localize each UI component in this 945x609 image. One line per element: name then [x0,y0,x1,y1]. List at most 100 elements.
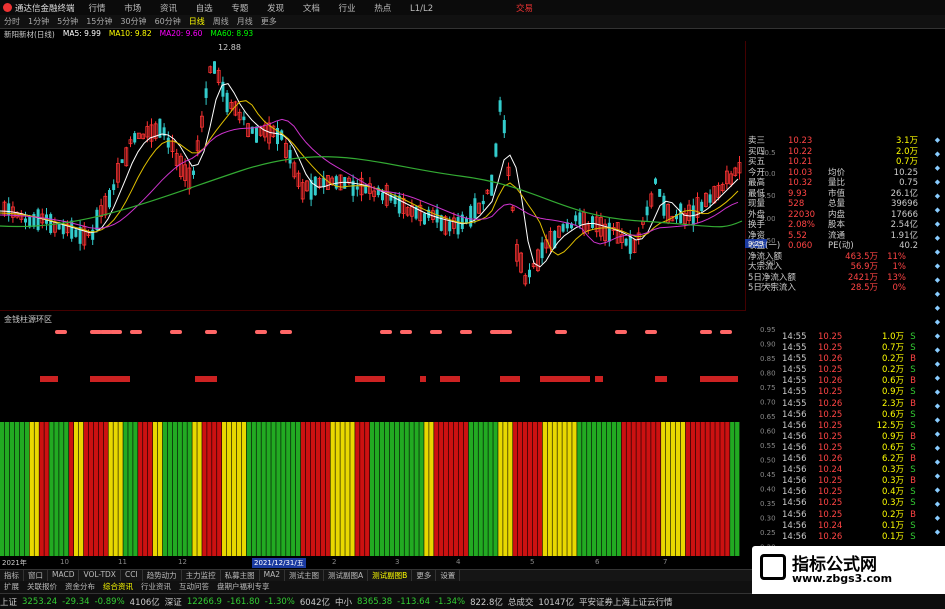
indicator-tab[interactable]: 私募主图 [221,570,260,581]
index-label[interactable]: 上证 [0,596,17,608]
indicator-tab[interactable]: 测试主图 [285,570,325,581]
menu-item[interactable]: 专题 [231,4,248,14]
indicator-tab[interactable]: 窗口 [24,570,48,581]
side-icon[interactable]: ◆ [930,402,945,416]
side-icon[interactable]: ◆ [930,178,945,192]
side-icon[interactable]: ◆ [930,472,945,486]
menu-item[interactable]: 发现 [267,4,284,14]
period-tab[interactable]: 周线 [213,16,229,27]
info-tab[interactable]: 扩展 [0,581,23,593]
side-icon[interactable]: ◆ [930,374,945,388]
side-icon[interactable]: ◆ [930,360,945,374]
candle-body [120,159,124,163]
period-tab[interactable]: 1分钟 [28,16,49,27]
side-icon[interactable]: ◆ [930,430,945,444]
side-icon[interactable]: ◆ [930,262,945,276]
indicator-bar [271,422,276,556]
indicator-tab[interactable]: 更多 [412,570,437,581]
indicator-bar [133,422,138,556]
info-tab[interactable]: 行业资讯 [137,581,175,593]
info-tab[interactable]: 互动问答 [175,581,213,593]
trade-button[interactable]: 交易 [516,2,533,14]
info-tab[interactable]: 关联报价 [23,581,61,593]
side-icon[interactable]: ◆ [930,458,945,472]
index-label[interactable]: 中小 [335,596,352,608]
tick-bs: B [910,354,916,365]
side-icon[interactable]: ◆ [930,290,945,304]
indicator-tab[interactable]: CCI [121,570,143,581]
indicator-bar [182,422,187,556]
watermark-icon [760,554,786,580]
period-tab[interactable]: 30分钟 [120,16,146,27]
indicator-tab[interactable]: 趋势动力 [143,570,182,581]
indicator-tab[interactable]: 测试副图A [324,570,369,581]
side-icon[interactable]: ◆ [930,192,945,206]
candle-body [645,206,649,216]
side-icon[interactable]: ◆ [930,304,945,318]
side-icon[interactable]: ◆ [930,332,945,346]
tick-bs: S [910,343,916,354]
period-tab-active[interactable]: 日线 [189,16,205,27]
side-icon[interactable]: ◆ [930,206,945,220]
side-icon[interactable]: ◆ [930,318,945,332]
period-tab[interactable]: 更多 [261,16,277,27]
indicator-bar [478,422,483,556]
side-icon[interactable]: ◆ [930,416,945,430]
menu-item[interactable]: 行情 [89,4,106,14]
side-icon[interactable]: ◆ [930,136,945,150]
menu-item[interactable]: 热点 [374,4,391,14]
tick-list[interactable]: 14:55 10.25 1.0万 S 14:55 10.25 0.7万 S 14:55 10.26… [782,332,928,543]
indicator-tab[interactable]: MACD [48,570,80,581]
side-icon[interactable]: ◆ [930,346,945,360]
side-icon[interactable]: ◆ [930,220,945,234]
menu-item[interactable]: L1/L2 [410,4,433,14]
signal-marker [205,330,217,334]
side-icon[interactable]: ◆ [930,276,945,290]
indicator-tab[interactable]: MA2 [260,570,286,581]
info-tab[interactable]: 盘期户福利专享 [213,581,274,593]
candle-body [473,198,477,219]
tick-t: 14:56 [782,420,807,431]
info-tab[interactable]: 资金分布 [61,581,99,593]
quote-label: 换手 [748,220,766,230]
side-icon[interactable]: ◆ [930,528,945,542]
index-label[interactable]: 深证 [165,596,182,608]
side-icon[interactable]: ◆ [930,164,945,178]
candlestick-chart[interactable]: 12.88 [0,41,745,311]
indicator-bar [483,422,488,556]
side-icon[interactable]: ◆ [930,388,945,402]
total-label: 总成交 [507,597,534,608]
side-icon[interactable]: ◆ [930,486,945,500]
indicator-bar [473,422,478,556]
menu-item[interactable]: 资讯 [160,4,177,14]
indicator-tab[interactable]: 指标 [0,570,24,581]
period-tab[interactable]: 60分钟 [155,16,181,27]
menu-item[interactable]: 市场 [124,4,141,14]
server-label[interactable]: 平安证券上海上证云行情 [579,596,673,608]
status-bar: 上证 3253.24 -29.34 -0.89% 4106亿 深证 12266.… [0,593,945,609]
menu-item[interactable]: 行业 [339,4,356,14]
menu-item[interactable]: 自选 [196,4,213,14]
side-icon[interactable]: ◆ [930,150,945,164]
period-tab[interactable]: 月线 [237,16,253,27]
indicator-tab-active[interactable]: 测试副图B [368,570,413,581]
indicator-bar [39,422,44,556]
tick-t: 14:56 [782,498,807,509]
indicator-tab[interactable]: VOL-TDX [79,570,121,581]
menu-item[interactable]: 文档 [303,4,320,14]
side-icon[interactable]: ◆ [930,500,945,514]
indicator-tab[interactable]: 设置 [436,570,461,581]
quote-label2 [828,147,866,158]
indicator-chart[interactable] [0,322,745,562]
period-tab[interactable]: 5分钟 [57,16,78,27]
info-tab[interactable]: 综合资讯 [99,581,137,593]
tick-row: 14:56 10.25 0.6万 S [782,443,928,454]
period-tab[interactable]: 15分钟 [86,16,112,27]
side-icon[interactable]: ◆ [930,234,945,248]
side-icon[interactable]: ◆ [930,248,945,262]
side-icon[interactable]: ◆ [930,514,945,528]
side-icon[interactable]: ◆ [930,444,945,458]
indicator-tab[interactable]: 主力监控 [182,570,221,581]
indicator-bar [325,422,330,556]
period-tab[interactable]: 分时 [4,16,20,27]
